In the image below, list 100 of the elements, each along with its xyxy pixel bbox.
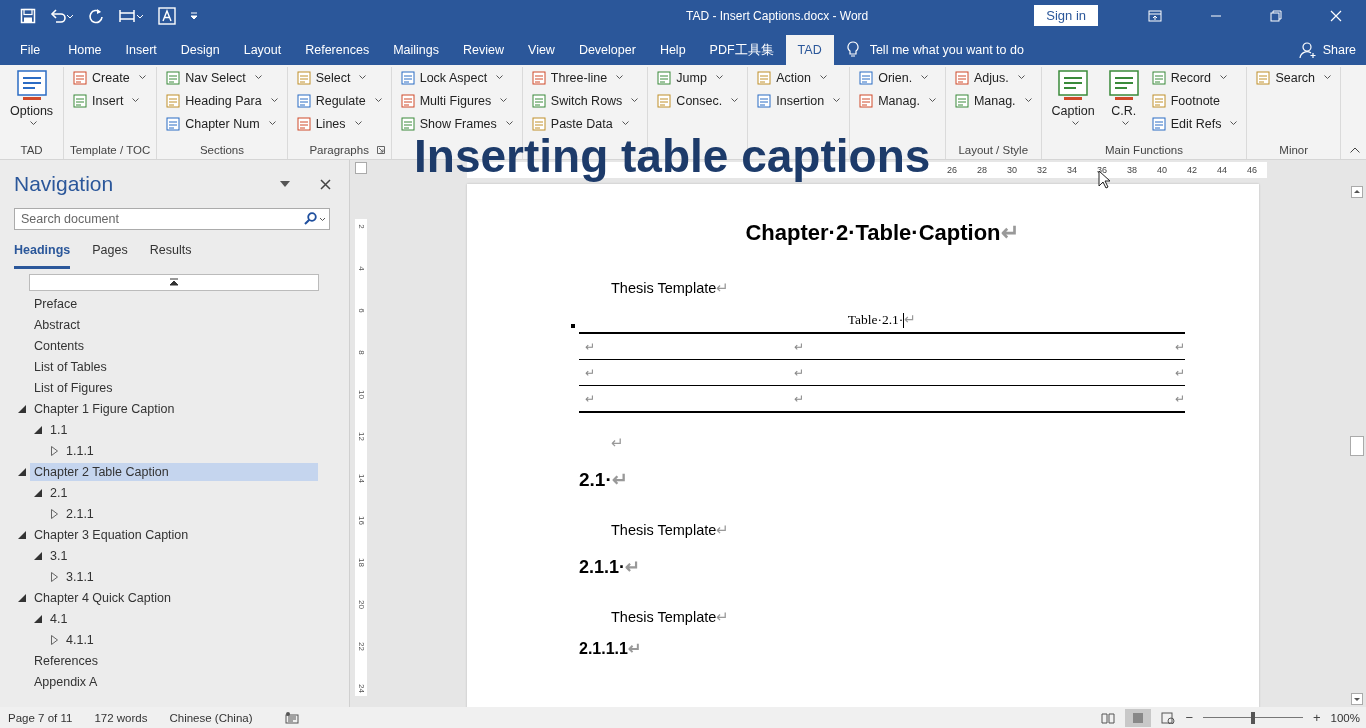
ribbon-button[interactable]: Manag. [856, 90, 939, 111]
heading-item[interactable]: 2.1.1 [62, 504, 349, 523]
ribbon-tab[interactable]: TAD [785, 35, 834, 65]
ribbon-button[interactable]: Heading Para [163, 90, 281, 111]
ribbon-button[interactable]: Consec. [654, 90, 742, 111]
ribbon-tab[interactable]: Mailings [381, 35, 451, 65]
heading-item[interactable]: Preface [30, 294, 318, 313]
collapsed-triangle-icon[interactable] [50, 634, 58, 645]
ribbon-tab[interactable]: View [516, 35, 567, 65]
collapsed-triangle-icon[interactable] [50, 445, 58, 456]
ribbon-button[interactable]: Switch Rows [528, 90, 642, 111]
language[interactable]: Chinese (China) [169, 711, 253, 724]
ribbon-button[interactable]: Adjus. [951, 67, 1035, 88]
ribbon-button[interactable]: Caption [1047, 67, 1099, 128]
ribbon-button[interactable]: Regulate [293, 90, 385, 111]
pane-tab[interactable]: Headings [14, 242, 71, 269]
ribbon-button[interactable]: Action [754, 67, 844, 88]
scroll-thumb[interactable] [1350, 435, 1364, 456]
sign-in-button[interactable]: Sign in [1034, 5, 1098, 26]
customize-icon[interactable] [190, 10, 198, 21]
ribbon-tab[interactable]: Home [56, 35, 114, 65]
heading-item[interactable]: List of Tables [30, 357, 318, 376]
ribbon-tab[interactable]: Review [451, 35, 516, 65]
heading-item[interactable]: Chapter 3 Equation Caption [30, 525, 318, 544]
heading-item[interactable]: Abstract [30, 315, 318, 334]
ribbon-button[interactable]: Insert [70, 90, 149, 111]
ribbon-button[interactable]: Footnote [1148, 90, 1241, 111]
heading-item[interactable]: 4.1.1 [62, 630, 349, 649]
zoom-in-button[interactable]: + [1313, 710, 1321, 725]
ribbon-button[interactable]: Paste Data [528, 113, 642, 134]
heading-item[interactable]: Contents [30, 336, 318, 355]
expanded-triangle-icon[interactable] [18, 530, 26, 539]
ribbon-button[interactable]: Select [293, 67, 385, 88]
ribbon-button[interactable]: Create [70, 67, 149, 88]
ribbon-button[interactable]: Multi Figures [397, 90, 516, 111]
expanded-triangle-icon[interactable] [18, 404, 26, 413]
collapsed-triangle-icon[interactable] [50, 571, 58, 582]
heading-item[interactable]: Appendix A [30, 672, 318, 691]
expanded-triangle-icon[interactable] [34, 551, 42, 560]
ribbon-tab[interactable]: Developer [566, 35, 648, 65]
ribbon-display-icon[interactable] [1148, 9, 1162, 22]
heading-item[interactable]: Chapter 1 Figure Caption [30, 399, 318, 418]
ribbon-tab[interactable]: PDF工具集 [697, 35, 786, 65]
ribbon-tab[interactable]: Help [647, 35, 698, 65]
ribbon-tab[interactable]: Layout [231, 35, 294, 65]
person-add-icon[interactable] [1298, 41, 1317, 59]
dialog-launcher-icon[interactable] [376, 146, 385, 154]
heading-item[interactable]: 1.1 [46, 420, 334, 439]
search-field[interactable]: Search document [14, 208, 330, 230]
ribbon-button[interactable]: Edit Refs [1148, 113, 1241, 134]
zoom-level[interactable]: 100% [1330, 711, 1360, 724]
ribbon-button[interactable]: Search [1253, 67, 1334, 88]
heading-item[interactable]: List of Figures [30, 378, 318, 397]
zoom-out-button[interactable]: − [1185, 710, 1193, 725]
tell-me-search[interactable]: Tell me what you want to do [869, 43, 1024, 57]
ribbon-tab[interactable]: Design [168, 35, 232, 65]
scroll-down-icon[interactable] [1351, 693, 1363, 705]
ribbon-button[interactable]: Jump [654, 67, 742, 88]
expanded-triangle-icon[interactable] [34, 488, 42, 497]
undo-icon[interactable] [50, 7, 74, 24]
ribbon-button[interactable]: Orien. [856, 67, 939, 88]
spacing-icon[interactable] [118, 7, 144, 24]
collapse-ribbon-icon[interactable] [1350, 147, 1360, 153]
restore-icon[interactable] [1270, 9, 1282, 22]
ribbon-button[interactable]: Lines [293, 113, 385, 134]
ribbon-button[interactable]: Show Frames [397, 113, 516, 134]
ribbon-tab[interactable]: File [0, 35, 57, 65]
heading-item[interactable]: Chapter 2 Table Caption [30, 462, 318, 481]
page-count[interactable]: Page 7 of 11 [8, 711, 73, 724]
web-layout-icon[interactable] [1161, 711, 1176, 724]
macro-record-icon[interactable] [284, 711, 299, 724]
dropdown-icon[interactable] [280, 181, 290, 187]
collapsed-triangle-icon[interactable] [50, 508, 58, 519]
heading-item[interactable]: Chapter 4 Quick Caption [30, 588, 318, 607]
expanded-triangle-icon[interactable] [18, 467, 26, 476]
ribbon-button[interactable]: Chapter Num [163, 113, 281, 134]
ribbon-button[interactable]: Three-line [528, 67, 642, 88]
print-layout-button[interactable] [1125, 708, 1152, 727]
slider-thumb[interactable] [1251, 711, 1255, 724]
heading-item[interactable]: 4.1 [46, 609, 334, 628]
read-mode-icon[interactable] [1101, 711, 1116, 724]
close-icon[interactable] [320, 178, 331, 190]
pane-tab[interactable]: Results [149, 242, 192, 266]
search-icon[interactable] [304, 212, 326, 226]
heading-item[interactable]: 3.1 [46, 546, 334, 565]
heading-item[interactable]: 3.1.1 [62, 567, 349, 586]
ribbon-button[interactable]: Record [1148, 67, 1241, 88]
ribbon-tab[interactable]: Insert [113, 35, 169, 65]
heading-item[interactable]: References [30, 651, 318, 670]
ribbon-button[interactable]: Nav Select [163, 67, 281, 88]
ribbon-button[interactable]: Options [6, 67, 58, 128]
table-move-handle[interactable] [571, 324, 575, 328]
ribbon-button[interactable]: Insertion [754, 90, 844, 111]
word-count[interactable]: 172 words [94, 711, 148, 724]
ribbon-button[interactable]: C.R. [1102, 67, 1145, 128]
ribbon-button[interactable]: Manag. [951, 90, 1035, 111]
scroll-up-icon[interactable] [1351, 186, 1363, 198]
text-box-icon[interactable] [158, 6, 176, 25]
expanded-triangle-icon[interactable] [34, 425, 42, 434]
pane-tab[interactable]: Pages [92, 242, 128, 266]
